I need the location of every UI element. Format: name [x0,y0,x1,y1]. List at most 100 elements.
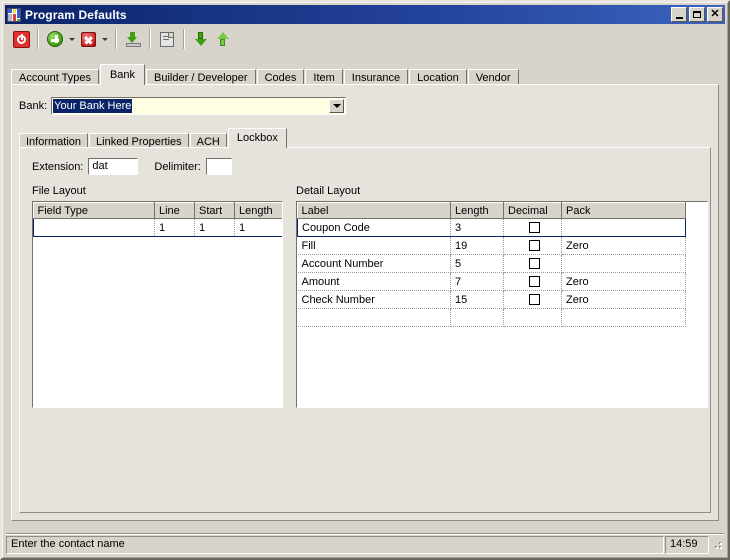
toolbar-separator [149,29,151,49]
toolbar-separator [183,29,185,49]
col-field-type[interactable]: Field Type [33,202,155,219]
lockbox-fields-row: Extension: dat Delimiter: [32,158,232,175]
file-layout-table: Field Type Line Start Length 1 1 1 [33,202,282,237]
decimal-checkbox[interactable] [529,258,540,270]
stop-button[interactable] [10,28,32,50]
detail-layout-table: Label Length Decimal Pack Coupon Code 3 [297,202,686,327]
import-button[interactable] [122,28,144,50]
col-line[interactable]: Line [154,202,195,219]
delete-dropdown-arrow[interactable] [99,28,110,50]
cell-decimal[interactable] [503,290,562,309]
bank-page: Bank: Your Bank Here Information Linked … [11,84,719,521]
cell-length[interactable] [450,308,504,327]
window-controls: ✕ [671,7,723,22]
status-bar: Enter the contact name 14:59 [6,536,724,554]
cell-label[interactable]: Coupon Code [297,218,451,237]
cell-label[interactable] [297,308,451,327]
tab-bank[interactable]: Bank [99,64,146,85]
table-row[interactable]: Account Number 5 [297,254,686,273]
bank-combobox[interactable]: Your Bank Here [51,97,347,115]
table-grid-icon [7,7,21,22]
minimize-button[interactable] [671,7,687,22]
toolbar-separator [37,29,39,49]
cell-label[interactable]: Amount [297,272,451,291]
lockbox-panel: Extension: dat Delimiter: File Layout De… [19,147,711,513]
table-row[interactable]: Check Number 15 Zero [297,290,686,309]
import-icon [125,31,142,48]
toolbar-separator [115,29,117,49]
cell-label[interactable]: Account Number [297,254,451,273]
subtab-lockbox[interactable]: Lockbox [227,128,287,148]
cell-length[interactable]: 15 [450,290,504,309]
table-row[interactable]: 1 1 1 [33,218,282,237]
cell-decimal[interactable] [503,254,562,273]
decimal-checkbox[interactable] [529,240,540,252]
cell-pack[interactable]: Zero [561,236,686,255]
resize-grip-icon[interactable] [710,536,724,554]
decimal-checkbox[interactable] [529,222,540,234]
file-layout-title: File Layout [32,185,86,197]
toolbar [6,25,724,53]
add-dropdown-arrow[interactable] [66,28,77,50]
table-row[interactable]: Fill 19 Zero [297,236,686,255]
add-button[interactable] [44,28,66,50]
chevron-down-icon[interactable] [329,99,345,113]
stop-icon [12,30,30,48]
cell-pack[interactable] [561,308,686,327]
status-time: 14:59 [665,536,709,554]
delimiter-input[interactable] [205,158,232,175]
cell-label[interactable]: Fill [297,236,451,255]
cell-decimal[interactable] [503,218,562,237]
cell-field-type[interactable] [33,218,155,237]
cell-length[interactable]: 19 [450,236,504,255]
cell-pack[interactable] [561,218,686,237]
title-bar: Program Defaults ✕ [5,5,725,24]
cell-length[interactable]: 3 [450,218,504,237]
extension-input[interactable]: dat [88,158,139,175]
detail-layout-grid[interactable]: Label Length Decimal Pack Coupon Code 3 [296,201,708,408]
cell-pack[interactable]: Zero [561,272,686,291]
cell-start[interactable]: 1 [194,218,235,237]
cell-decimal[interactable] [503,272,562,291]
add-icon [47,31,63,47]
detail-layout-title: Detail Layout [296,185,361,197]
col-length[interactable]: Length [450,202,504,219]
col-label[interactable]: Label [297,202,451,219]
decimal-checkbox[interactable] [529,294,540,306]
cell-pack[interactable]: Zero [561,290,686,309]
cell-decimal [503,308,562,327]
close-button[interactable]: ✕ [707,7,723,22]
col-pack[interactable]: Pack [561,202,686,219]
move-down-button[interactable] [190,28,212,50]
bank-combobox-value: Your Bank Here [53,99,133,113]
move-up-icon [215,31,232,48]
decimal-checkbox[interactable] [529,276,540,288]
bank-selector-row: Bank: Your Bank Here [19,97,347,115]
program-defaults-window: Program Defaults ✕ Account Types Bank Bu… [0,0,730,560]
move-down-icon [193,31,210,48]
col-start[interactable]: Start [194,202,235,219]
cell-decimal[interactable] [503,236,562,255]
cell-length[interactable]: 1 [234,218,282,237]
maximize-icon [693,11,701,18]
delete-icon [80,31,96,47]
delete-button[interactable] [77,28,99,50]
table-row[interactable]: Amount 7 Zero [297,272,686,291]
col-decimal[interactable]: Decimal [503,202,562,219]
cell-length[interactable]: 5 [450,254,504,273]
save-icon [160,31,174,47]
table-row[interactable] [297,308,686,327]
file-layout-grid[interactable]: Field Type Line Start Length 1 1 1 [32,201,283,408]
cell-pack[interactable] [561,254,686,273]
col-length[interactable]: Length [234,202,282,219]
maximize-button[interactable] [689,7,705,22]
bank-subtabs: Information Linked Properties ACH Lockbo… [19,128,711,150]
cell-line[interactable]: 1 [154,218,195,237]
delimiter-label: Delimiter: [154,160,201,173]
status-message: Enter the contact name [6,536,664,554]
table-row[interactable]: Coupon Code 3 [297,218,686,237]
cell-length[interactable]: 7 [450,272,504,291]
save-button[interactable] [156,28,178,50]
move-up-button[interactable] [212,28,234,50]
cell-label[interactable]: Check Number [297,290,451,309]
